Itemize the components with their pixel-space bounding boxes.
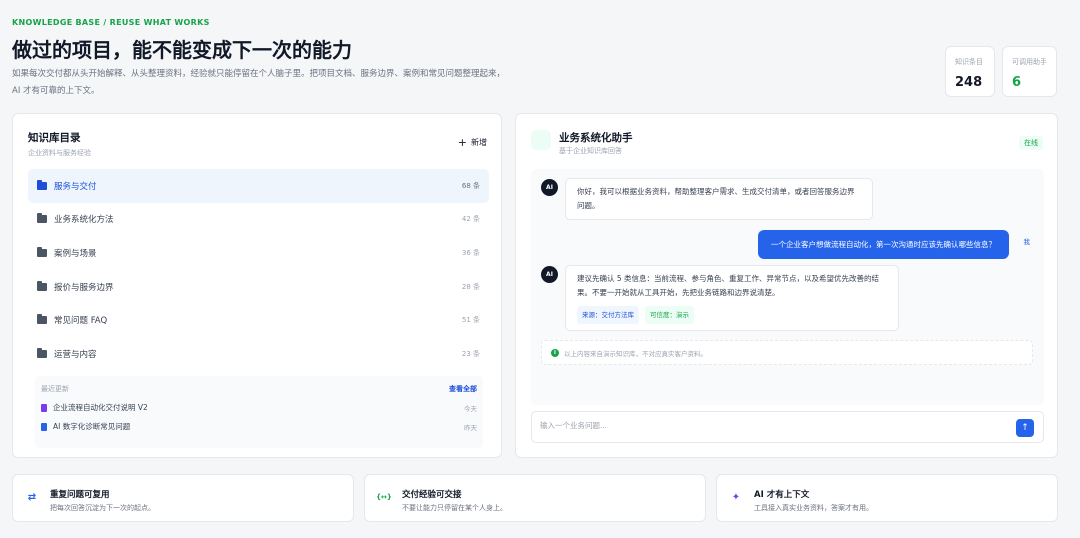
feature-description: 工具接入真实业务资料，答案才有用。 [754,504,873,512]
feature-title: AI 才有上下文 [754,490,810,500]
ai-message: 建议先确认 5 类信息：当前流程、参与角色、重复工作、异常节点，以及希望优先改善… [565,265,899,331]
folder-icon [37,347,47,358]
feature-card: ⇄ 重复问题可复用 把每次回答沉淀为下一次的起点。 [12,474,354,522]
folder-icon [37,280,47,291]
feature-description: 把每次回答沉淀为下一次的起点。 [50,504,155,512]
category-count: 68 条 [461,181,480,190]
category-count: 28 条 [461,282,480,291]
online-badge: 在线 [1019,136,1043,150]
magic-wand-icon: ✦ [731,491,741,503]
assistant-panel: 业务系统化助手 基于企业知识库回答 在线 AI 你好，我可以根据业务资料，帮助整… [515,113,1058,458]
plus-icon: + [457,136,467,149]
category-item-systemization[interactable]: 业务系统化方法 42 条 [28,203,489,237]
recent-item-title: AI 数字化诊断常见问题 [53,422,131,431]
stat-value: 6 [1012,75,1022,90]
eyebrow: KNOWLEDGE BASE / REUSE WHAT WORKS [12,18,210,27]
ai-avatar: AI [541,266,558,283]
category-item-pricing[interactable]: 报价与服务边界 28 条 [28,270,489,304]
stat-label: 知识条目 [955,58,983,66]
category-list: 服务与交付 68 条 业务系统化方法 42 条 案例与场景 36 条 报价与服务… [28,169,489,371]
confidence-tag: 可信度：演示 [645,306,694,324]
category-item-faq[interactable]: 常见问题 FAQ 51 条 [28,303,489,337]
stat-card-entries: 知识条目 248 [945,46,995,97]
category-label: 服务与交付 [54,181,97,192]
refresh-icon: ⇄ [27,491,37,503]
chat-history: AI 你好，我可以根据业务资料，帮助整理客户需求、生成交付清单，或者回答服务边界… [531,169,1044,405]
description-line: 如果每次交付都从头开始解释、从头整理资料，经验就只能停留在个人脑子里。把项目文档… [12,69,506,79]
feature-card: {↔} 交付经验可交接 不要让能力只停留在某个人身上。 [364,474,706,522]
knowledge-catalog-panel: 知识库目录 企业资料与服务经验 + 新增 服务与交付 68 条 业务系统化方法 4… [12,113,502,458]
feature-title: 重复问题可复用 [50,490,110,500]
info-icon: i [551,348,559,357]
panel-title: 知识库目录 [28,132,81,144]
assistant-title: 业务系统化助手 [559,132,633,144]
recent-updates: 最近更新 查看全部 企业流程自动化交付说明 V2 今天 AI 数字化诊断常见问题… [35,376,483,448]
recent-item[interactable]: 企业流程自动化交付说明 V2 今天 [35,402,483,413]
category-item-service-delivery[interactable]: 服务与交付 68 条 [28,169,489,203]
category-count: 23 条 [461,349,480,358]
document-icon [41,403,47,412]
category-item-cases[interactable]: 案例与场景 36 条 [28,236,489,270]
assistant-avatar [531,130,551,150]
stat-card-assistants: 可调用助手 6 [1002,46,1057,97]
message-composer: ↑ [531,411,1044,443]
stat-value: 248 [955,75,983,90]
arrow-up-icon: ↑ [1021,423,1029,433]
folder-icon [37,213,47,224]
panel-subtitle: 企业资料与服务经验 [28,149,91,157]
assistant-subtitle: 基于企业知识库回答 [559,147,622,155]
user-message: 一个企业客户想做流程自动化，第一次沟通时应该先确认哪些信息？ [758,230,1009,259]
document-icon [41,422,47,431]
page-title: 做过的项目，能不能变成下一次的能力 [12,38,352,62]
category-count: 51 条 [461,316,480,325]
recent-item-date: 今天 [464,404,477,413]
recent-item-date: 昨天 [464,423,477,432]
source-tag: 来源：交付方法库 [577,306,639,324]
handoff-icon: {↔} [376,493,392,501]
folder-icon [37,314,47,325]
user-avatar: 我 [1023,238,1031,246]
feature-card: ✦ AI 才有上下文 工具接入真实业务资料，答案才有用。 [716,474,1058,522]
category-label: 运营与内容 [54,349,97,360]
feature-description: 不要让能力只停留在某个人身上。 [402,504,507,512]
feature-title: 交付经验可交接 [402,490,462,500]
category-count: 36 条 [461,248,480,257]
category-label: 常见问题 FAQ [54,316,108,327]
ai-message: 你好，我可以根据业务资料，帮助整理客户需求、生成交付清单，或者回答服务边界问题。 [565,178,873,220]
new-button-label: 新增 [471,138,487,147]
demo-notice: i 以上内容来自演示知识库，不对应真实客户资料。 [541,340,1033,365]
stat-label: 可调用助手 [1012,58,1047,66]
ai-avatar: AI [541,179,558,196]
notice-text: 以上内容来自演示知识库，不对应真实客户资料。 [564,349,707,358]
folder-icon [37,179,47,190]
folder-icon [37,246,47,257]
description-line: AI 才有可靠的上下文。 [12,86,100,96]
new-button[interactable]: + 新增 [458,136,487,149]
recent-item[interactable]: AI 数字化诊断常见问题 昨天 [35,421,483,432]
recent-item-title: 企业流程自动化交付说明 V2 [53,403,148,412]
page-description: 如果每次交付都从头开始解释、从头整理资料，经验就只能停留在个人脑子里。把项目文档… [12,66,552,100]
category-label: 案例与场景 [54,248,97,259]
category-item-operations[interactable]: 运营与内容 23 条 [28,337,489,371]
message-input[interactable] [540,421,1000,430]
category-label: 业务系统化方法 [54,215,114,226]
send-button[interactable]: ↑ [1016,419,1034,437]
view-all-link[interactable]: 查看全部 [449,384,477,394]
category-label: 报价与服务边界 [54,282,114,293]
ai-message-text: 建议先确认 5 类信息：当前流程、参与角色、重复工作、异常节点，以及希望优先改善… [577,274,880,297]
recent-title: 最近更新 [41,385,69,393]
category-count: 42 条 [461,215,480,224]
